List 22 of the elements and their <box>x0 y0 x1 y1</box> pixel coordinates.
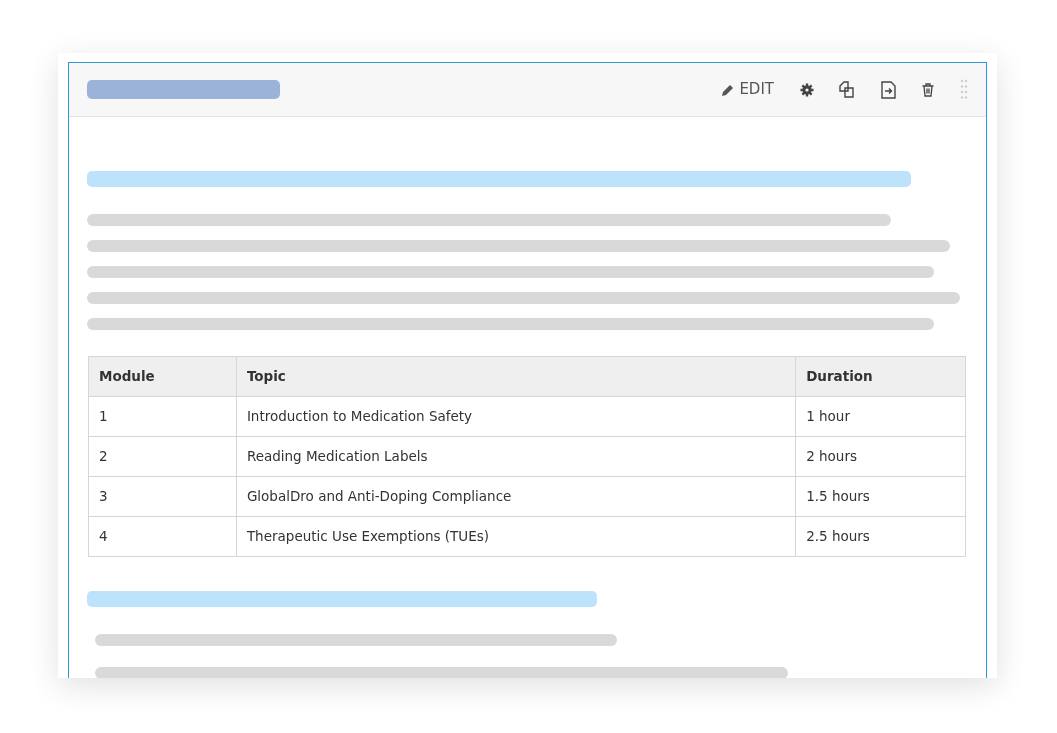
table-cell: 2.5 hours <box>795 516 966 557</box>
table-cell: 1.5 hours <box>795 476 966 517</box>
drag-handle-icon[interactable] <box>960 78 968 101</box>
edit-button[interactable]: EDIT <box>721 78 774 101</box>
table-cell: 3 <box>88 476 237 517</box>
pencil-icon <box>721 82 736 97</box>
table-cell: Reading Medication Labels <box>236 436 796 477</box>
copy-icon[interactable] <box>838 81 855 98</box>
table-cell: 4 <box>88 516 237 557</box>
table-cell: 1 <box>88 396 237 437</box>
trash-icon[interactable] <box>922 82 934 97</box>
table-cell: 1 hour <box>795 396 966 437</box>
settings-icon[interactable] <box>800 82 814 97</box>
table-cell: 2 <box>88 436 237 477</box>
column-header: Topic <box>236 356 796 397</box>
column-header: Duration <box>795 356 966 397</box>
table-cell: 2 hours <box>795 436 966 477</box>
table-cell: Introduction to Medication Safety <box>236 396 796 437</box>
table-cell: GlobalDro and Anti-Doping Compliance <box>236 476 796 517</box>
file-arrow-icon[interactable] <box>881 80 896 99</box>
column-header: Module <box>88 356 237 397</box>
table-cell: Therapeutic Use Exemptions (TUEs) <box>236 516 796 557</box>
